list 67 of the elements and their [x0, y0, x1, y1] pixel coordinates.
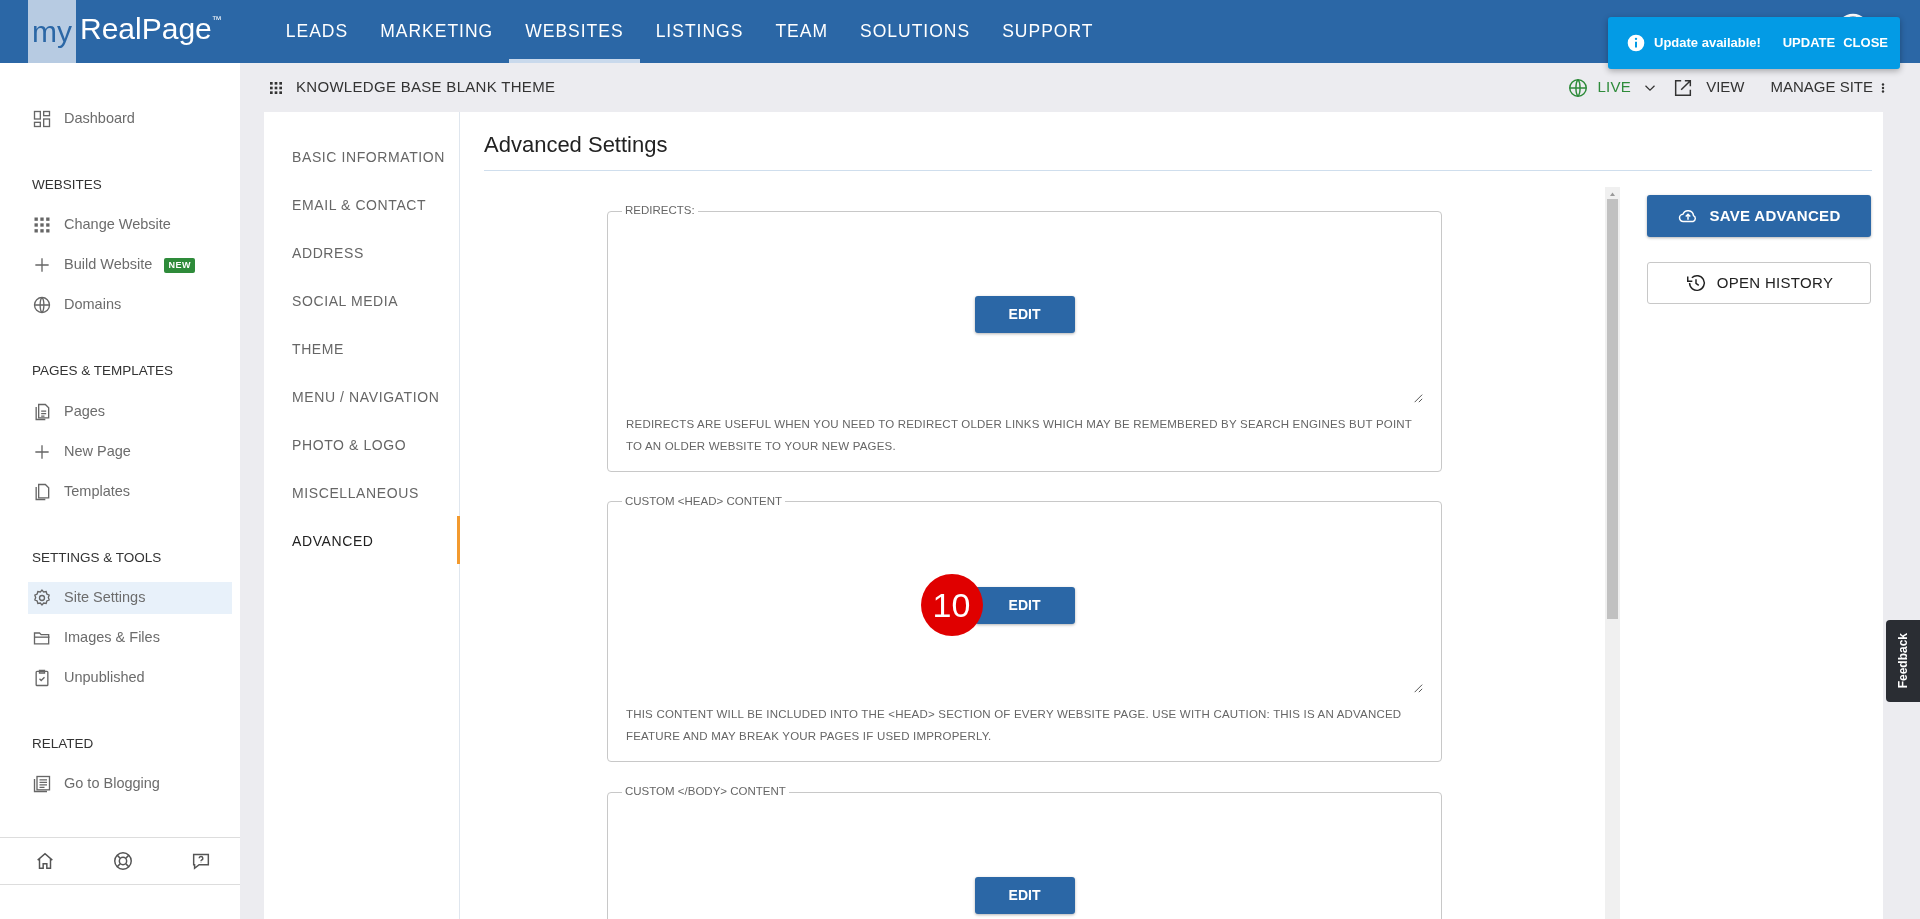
settings-tab[interactable]: EMAIL & CONTACT	[264, 180, 460, 228]
trademark-sign: ™	[211, 13, 222, 25]
view-link[interactable]: VIEW	[1671, 75, 1746, 100]
sidebar-item[interactable]: Change Website	[28, 209, 232, 242]
logo-name: RealPage	[79, 11, 212, 47]
sidebar-item[interactable]: Pages	[28, 395, 232, 428]
settings-tab[interactable]: BASIC INFORMATION	[264, 132, 460, 180]
nav-tab[interactable]: MARKETING	[364, 0, 510, 63]
sidebar-heading: SETTINGS & TOOLS	[31, 548, 163, 567]
fieldset-legend: CUSTOM </BODY> CONTENT	[622, 786, 789, 798]
sidebar-item[interactable]: New Page	[28, 435, 232, 468]
logo-prefix: my	[28, 0, 76, 63]
feedback-tab[interactable]: Feedback	[1886, 620, 1920, 702]
nav-tab[interactable]: LEADS	[269, 0, 365, 63]
scroll-thumb[interactable]	[1607, 199, 1618, 620]
toast-action[interactable]: CLOSE	[1843, 33, 1888, 53]
scrollbar[interactable]	[1605, 187, 1620, 919]
article-icon	[32, 774, 52, 794]
site-title: KNOWLEDGE BASE BLANK THEME	[296, 77, 556, 98]
edit-button[interactable]: EDIT	[974, 877, 1075, 915]
new-tag: NEW	[164, 257, 195, 273]
grid-icon	[32, 215, 52, 236]
toast-action[interactable]: UPDATE	[1782, 33, 1836, 53]
settings-tab[interactable]: PHOTO & LOGO	[264, 420, 460, 468]
toast-message: Update available!	[1654, 34, 1761, 53]
globe-icon	[1567, 76, 1590, 99]
save-button[interactable]: SAVE ADVANCED	[1647, 195, 1871, 238]
nav-tab[interactable]: LISTINGS	[639, 0, 760, 63]
resize-handle-icon	[1413, 392, 1423, 403]
sidebar-item[interactable]: Images & Files	[28, 621, 232, 654]
nav-tab[interactable]: SUPPORT	[986, 0, 1110, 63]
help-text: THIS CONTENT WILL BE INCLUDED INTO THE <HEAD> SECTION OF EVERY WEBSITE PAGE. USE WITH CAUTION: THIS IS AN ADVANCED FEATURE AND MAY BREAK YOUR PAGES IF USED IMPROPERLY.	[626, 707, 1403, 745]
settings-tab[interactable]: ADVANCED	[264, 516, 460, 564]
settings-tab[interactable]: SOCIAL MEDIA	[264, 276, 460, 324]
dashboard-icon	[32, 109, 52, 129]
help-icon[interactable]	[112, 850, 134, 872]
settings-icon	[32, 587, 52, 608]
info-icon	[1626, 33, 1646, 53]
history-button[interactable]: OPEN HISTORY	[1647, 262, 1871, 305]
sidebar-heading: WEBSITES	[31, 176, 103, 194]
sidebar-item[interactable]: Templates	[28, 475, 232, 508]
help-text: REDIRECTS ARE USEFUL WHEN YOU NEED TO REDIRECT OLDER LINKS WHICH MAY BE REMEMBERED BY SEARCH ENGINES BUT POINT TO AN OLDER WEBSITE TO YOUR NEW PAGES.	[626, 416, 1413, 454]
sidebar-heading: PAGES & TEMPLATES	[31, 362, 175, 381]
sidebar-item[interactable]: Go to Blogging	[28, 768, 232, 800]
settings-tab[interactable]: THEME	[264, 324, 460, 372]
sidebar-heading: RELATED	[31, 734, 95, 753]
sidebar-item[interactable]: Domains	[28, 289, 232, 322]
fieldset-legend: CUSTOM <HEAD> CONTENT	[622, 495, 785, 508]
grid-icon	[268, 79, 284, 96]
settings-tab[interactable]: MENU / NAVIGATION	[264, 372, 460, 420]
home-icon[interactable]	[34, 850, 56, 872]
sidebar-item[interactable]: Unpublished	[28, 661, 232, 694]
sidebar-item[interactable]: Build Website NEW	[28, 249, 232, 282]
nav-tab[interactable]: TEAM	[759, 0, 844, 63]
globe-icon	[32, 295, 52, 316]
sidebar-item[interactable]: Site Settings	[28, 581, 232, 614]
sidebar-item[interactable]: Dashboard	[28, 103, 232, 135]
step-marker: 10	[920, 574, 983, 637]
fieldset-legend: REDIRECTS:	[622, 205, 698, 217]
site-status: LIVE	[1597, 77, 1632, 98]
edit-button[interactable]: EDIT	[974, 296, 1075, 334]
manage-site-menu[interactable]: MANAGE SITE	[1769, 75, 1890, 100]
resize-handle-icon	[1413, 683, 1423, 694]
page-title: Advanced Settings	[484, 132, 1872, 172]
settings-tab[interactable]: ADDRESS	[264, 228, 460, 276]
nav-tab[interactable]: SOLUTIONS	[844, 0, 987, 63]
settings-tab[interactable]: MISCELLANEOUS	[264, 468, 460, 516]
